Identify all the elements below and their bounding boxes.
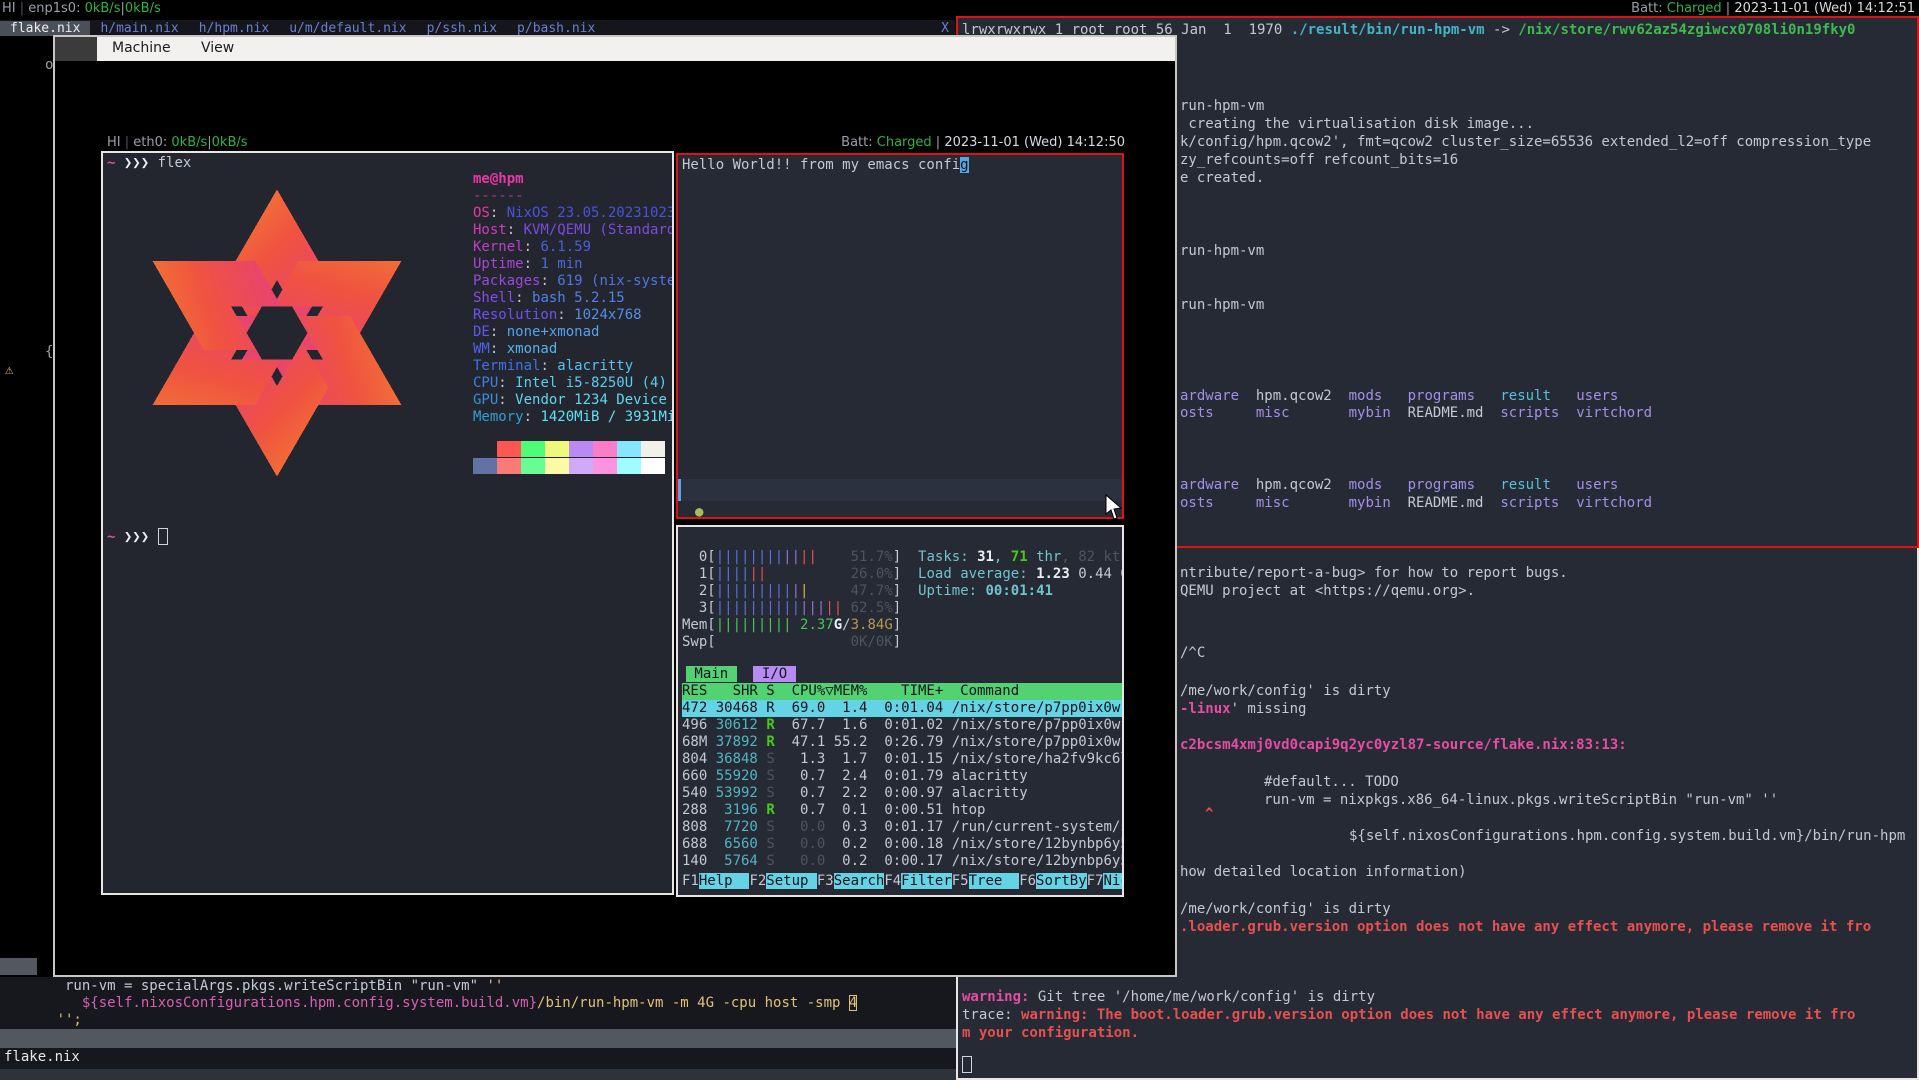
tab-flake.nix[interactable]: flake.nix [0,21,90,36]
editor-pane[interactable]: run-vm = specialArgs.pkgs.writeScriptBin… [0,977,956,1080]
editor-filename: flake.nix [4,1048,80,1067]
tab-h/main.nix[interactable]: h/main.nix [90,21,188,36]
editor-tab-bar: flake.nixh/main.nixh/hpm.nixu/m/default.… [0,20,955,36]
window-tab-decoration [55,37,97,61]
menu-view[interactable]: View [201,40,234,56]
tab-h/hpm.nix[interactable]: h/hpm.nix [189,21,279,36]
editor-modeline-sliver [0,958,37,975]
mouse-cursor-icon [1105,494,1123,520]
tab-u/m/default.nix[interactable]: u/m/default.nix [279,21,416,36]
qemu-vm-window[interactable]: Machine View HI | eth0: 0kB/s|0kB/s Batt… [53,35,1177,977]
tab-p/ssh.nix[interactable]: p/ssh.nix [417,21,507,36]
vm-screen: HI | eth0: 0kB/s|0kB/s Batt: Charged | 2… [103,133,1127,901]
menu-machine[interactable]: Machine [112,40,171,56]
vm-status-bar: HI | eth0: 0kB/s|0kB/s Batt: Charged | 2… [103,133,1127,153]
editor-modeline: flake.nix 84,96-104 75% [0,1029,956,1048]
tab-p/bash.nix[interactable]: p/bash.nix [507,21,605,36]
neofetch-palette-row1 [473,441,665,457]
vm-emacs-window[interactable]: Hello World!! from my emacs config ● 34 … [676,153,1124,519]
editor-minibuffer-band [0,1069,956,1080]
desktop: { "host": { "xmobar": { "left": {"x":2,"… [0,0,1919,1080]
nixos-logo [111,177,443,489]
neofetch-palette-row2 [473,458,665,474]
modified-dot-icon: ● [695,501,703,519]
qemu-menubar: Machine View [55,37,1175,61]
vm-terminal-neofetch[interactable]: ~ ❯❯❯ flex [101,151,674,895]
emacs-modeline: ● 34 *scratch* 1:33 All Fundamental [678,479,1124,501]
vm-htop-window[interactable]: 0[|||||||||||| 51.7%] Tasks: 31, 71 thr,… [676,525,1124,897]
tab-close-button[interactable]: X [941,21,949,36]
